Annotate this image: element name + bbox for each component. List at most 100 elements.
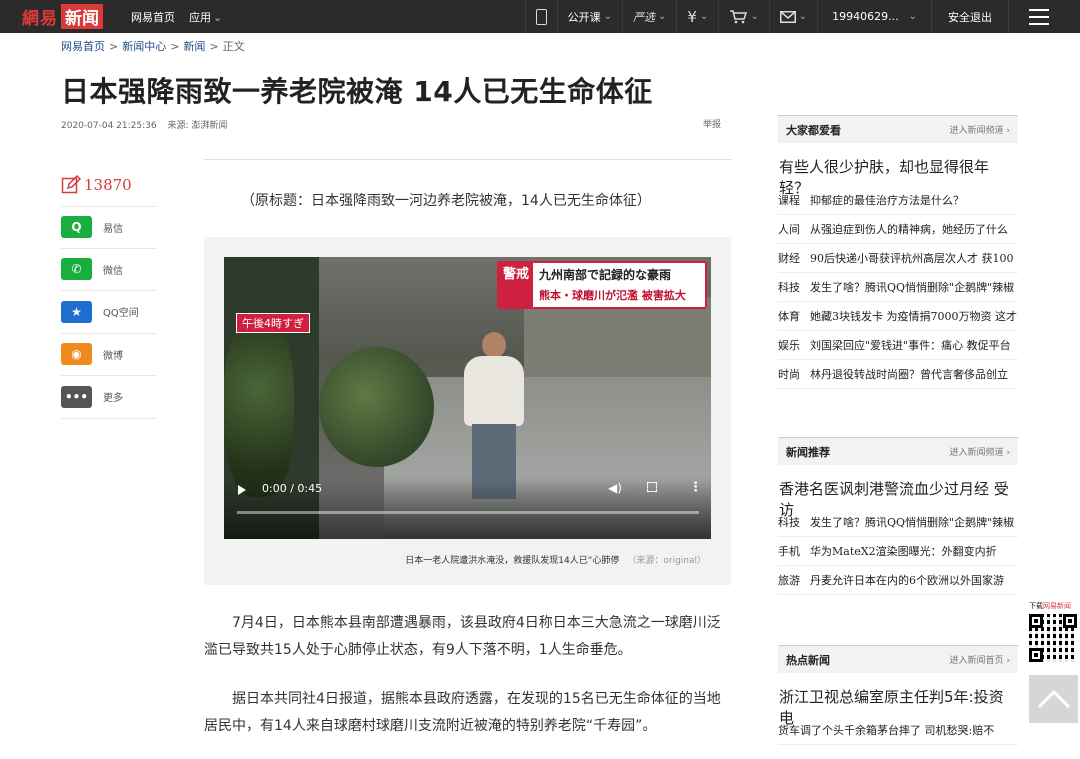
video-caption: 日本一老人院遭洪水淹没，救援队发现14人已“心肺停 （来源：original） [204,553,731,566]
breadcrumb-news[interactable]: 新闻 [183,40,205,53]
share-wechat[interactable]: ✆ 微信 [61,249,156,291]
comment-count-link[interactable]: 13870 [61,175,132,195]
share-label: 微信 [103,265,123,277]
yixin-icon: Q [61,216,92,239]
username: 19940629... [832,10,899,23]
logo-netease-text: 網易 [22,8,58,29]
sidebar-news-item[interactable]: 课程 抑郁症的最佳治疗方法是什么？ [778,186,1018,215]
content-divider [204,159,731,160]
volume-icon[interactable]: ◀) [608,481,622,495]
sidebar-news-item[interactable]: 手机 华为MateX2渲染图曝光：外翻变内折 [778,537,1018,566]
sidebar-news-item[interactable]: 财经 90后快递小哥获评杭州高层次人才 获100 [778,244,1018,273]
breadcrumb-current: 正文 [222,40,245,53]
chevron-down-icon: ⌄ [658,11,667,22]
share-more[interactable]: ••• 更多 [61,376,156,419]
sidebar-news-item[interactable]: 科技 发生了啥？腾讯QQ悄悄删除"企鹅牌"辣椒 [778,273,1018,302]
video-time: 0:00 / 0:45 [262,482,323,495]
share-label: 易信 [103,223,123,235]
sidebar-news-item[interactable]: 货车调了个头千余箱茅台摔了 司机愁哭:赔不 [778,716,1018,745]
video-container: 午後4時すぎ 警戒 九州南部で記録的な豪雨 熊本・球磨川が氾濫 被害拡大 0:0… [204,237,731,585]
back-to-top-button[interactable] [1029,675,1078,723]
app-download-qr[interactable]: 下载网易新闻 [1029,601,1079,662]
more-options-icon[interactable]: ⋮ [689,480,702,495]
news-category: 娱乐 [778,339,800,352]
open-course-menu[interactable]: 公开课 ⌄ [556,0,622,33]
user-account-menu[interactable]: 19940629... ⌄ [817,0,931,33]
news-category: 时尚 [778,368,800,381]
video-news-banner: 警戒 九州南部で記録的な豪雨 熊本・球磨川が氾濫 被害拡大 [497,261,707,309]
sidebar-hot: 热点新闻 进入新闻首页 浙江卫视总编室原主任判5年:投资电 货车调了个头千余箱茅… [778,645,1018,745]
article-paragraph: 7月4日，日本熊本县南部遭遇暴雨，该县政府4日称日本三大急流之一球磨川泛滥已导致… [204,615,721,658]
yanxuan-menu[interactable]: 严选 ⌄ [622,0,676,33]
top-navigation-bar: 網易 新闻 网易首页 应用 公开课 ⌄ 严选 ⌄ ¥ ⌄ ⌄ [0,0,1080,33]
sidebar-more-link[interactable]: 进入新闻频道 [950,445,1010,458]
video-player[interactable]: 午後4時すぎ 警戒 九州南部で記録的な豪雨 熊本・球磨川が氾濫 被害拡大 0:0… [224,257,711,539]
video-caption-source: （来源：original） [627,556,706,566]
share-qzone[interactable]: ★ QQ空间 [61,291,156,334]
cart-icon [729,9,748,24]
sidebar-more-link[interactable]: 进入新闻首页 [950,653,1010,666]
finance-menu[interactable]: ¥ ⌄ [676,0,718,33]
banner-warning-label: 警戒 [499,263,533,307]
sidebar-news-item[interactable]: 体育 她藏3块钱发卡 为疫情捐7000万物资 这才 [778,302,1018,331]
nav-apps-dropdown[interactable]: 应用 [189,9,222,25]
sidebar-news-item[interactable]: 旅游 丹麦允许日本在内的6个欧洲以外国家游 [778,566,1018,595]
more-icon: ••• [61,385,92,408]
netease-news-logo[interactable]: 網易 新闻 [22,3,103,29]
breadcrumb-news-center[interactable]: 新闻中心 [122,40,166,53]
comment-edit-icon [61,175,81,194]
qr-label-brand: 网易新闻 [1043,602,1071,610]
news-headline: 从强迫症到伤人的精神病，她经历了什么 [810,223,1008,236]
sidebar-lead-headline[interactable]: 浙江卫视总编室原主任判5年:投资电 [778,673,1018,727]
sidebar-header: 热点新闻 进入新闻首页 [778,645,1018,673]
sidebar-news-item[interactable]: 科技 发生了啥？腾讯QQ悄悄删除"企鹅牌"辣椒 [778,508,1018,537]
video-progress-bar[interactable] [237,511,699,514]
share-label: 微博 [103,350,123,362]
mail-menu[interactable]: ⌄ [768,0,817,33]
sidebar-news-item[interactable]: 娱乐 刘国梁回应"爱钱进"事件：痛心 教促平台 [778,331,1018,360]
cart-menu[interactable]: ⌄ [718,0,768,33]
news-headline: 发生了啥？腾讯QQ悄悄删除"企鹅牌"辣椒 [810,516,1015,529]
news-category: 人间 [778,223,800,236]
sidebar-news-item[interactable]: 人间 从强迫症到伤人的精神病，她经历了什么 [778,215,1018,244]
share-weibo[interactable]: ◉ 微博 [61,334,156,376]
main-menu-button[interactable] [1008,0,1080,33]
sidebar-heading: 新闻推荐 [786,445,830,459]
news-headline: 90后快递小哥获评杭州高层次人才 获100 [810,252,1014,265]
mobile-app-link[interactable] [524,0,557,33]
sidebar-lead-headline[interactable]: 有些人很少护肤，却也显得很年轻？ [778,143,1018,197]
chevron-down-icon: ⌄ [699,11,709,22]
share-yixin[interactable]: Q 易信 [61,206,156,249]
sidebar-news-item[interactable]: 时尚 林丹退役转战时尚圈？曾代言奢侈品创立 [778,360,1018,389]
play-icon[interactable] [238,485,246,495]
sidebar-heading: 大家都爱看 [786,123,841,137]
breadcrumb: 网易首页 > 新闻中心 > 新闻 > 正文 [61,40,245,53]
nav-netease-home[interactable]: 网易首页 [131,9,175,25]
news-category: 体育 [778,310,800,323]
article-source[interactable]: 来源: 澎湃新闻 [167,121,227,131]
logout-label: 安全退出 [948,10,992,24]
comment-count: 13870 [84,176,132,194]
share-list: Q 易信 ✆ 微信 ★ QQ空间 ◉ 微博 ••• 更多 [61,206,156,419]
weibo-icon: ◉ [61,343,92,366]
yanxuan-label: 严选 [633,10,656,24]
sidebar-popular: 大家都爱看 进入新闻频道 有些人很少护肤，却也显得很年轻？ 课程抑郁症的最佳治疗… [778,115,1018,389]
video-time-overlay: 午後4時すぎ [236,313,310,333]
chevron-down-icon: ⌄ [603,11,613,22]
report-link[interactable]: 举报 [703,117,721,130]
fullscreen-icon[interactable] [647,482,657,492]
breadcrumb-home[interactable]: 网易首页 [61,40,105,53]
chevron-down-icon: ⌄ [750,11,759,22]
article-intro: （原标题：日本强降雨致一河边养老院被淹，14人已无生命体征） [241,193,651,209]
phone-icon [535,8,547,25]
qr-code-icon [1029,614,1077,662]
sidebar-more-link[interactable]: 进入新闻频道 [950,123,1010,136]
news-category: 科技 [778,516,800,529]
sidebar-lead-headline[interactable]: 香港名医讽刺港警流血少过月经 受访 [778,465,1018,519]
banner-line-1: 九州南部で記録的な豪雨 [539,268,672,282]
news-headline: 丹麦允许日本在内的6个欧洲以外国家游 [810,574,1004,587]
banner-line-2: 熊本・球磨川が氾濫 被害拡大 [539,289,686,302]
news-headline: 抑郁症的最佳治疗方法是什么？ [810,194,964,207]
open-course-label: 公开课 [567,10,601,24]
logout-link[interactable]: 安全退出 [931,0,1008,33]
